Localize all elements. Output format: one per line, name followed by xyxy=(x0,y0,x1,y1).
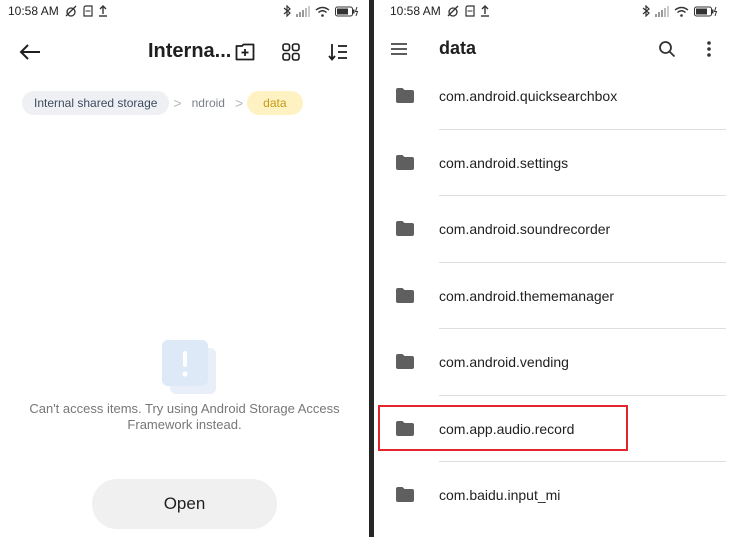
top-toolbar: data xyxy=(374,34,730,64)
battery-charging-icon xyxy=(335,6,359,17)
search-icon xyxy=(659,41,676,58)
wifi-icon xyxy=(315,6,330,17)
more-vertical-icon xyxy=(707,41,711,57)
breadcrumb-android[interactable]: ndroid xyxy=(186,91,231,115)
folder-icon xyxy=(396,354,414,370)
battery-charging-icon xyxy=(694,6,718,17)
list-item-highlighted[interactable]: com.app.audio.record xyxy=(374,396,730,462)
empty-state-message: Can't access items. Try using Android St… xyxy=(29,401,340,432)
left-screen: 10:58 AM Interna... Internal shared stor… xyxy=(0,0,369,537)
grid-view-button[interactable] xyxy=(277,38,305,66)
upload-icon xyxy=(480,5,490,17)
alarm-off-icon xyxy=(64,5,78,17)
upload-icon xyxy=(98,5,108,17)
folder-icon xyxy=(396,487,414,503)
hamburger-menu-icon xyxy=(391,43,407,55)
breadcrumb-separator-icon: > xyxy=(234,95,244,111)
right-screen: 10:58 AM data com.android.quicksearchbox… xyxy=(374,0,730,537)
wifi-icon xyxy=(674,6,689,17)
new-folder-button[interactable] xyxy=(231,38,259,66)
file-name: com.app.audio.record xyxy=(439,420,575,437)
file-name: com.baidu.input_mi xyxy=(439,487,561,504)
sim-icon xyxy=(465,5,475,17)
sort-button[interactable] xyxy=(324,38,352,66)
breadcrumb-data[interactable]: data xyxy=(247,91,303,115)
page-title: Interna... xyxy=(148,40,232,62)
page-title: data xyxy=(439,38,477,58)
open-button[interactable]: Open xyxy=(92,479,277,529)
top-toolbar: Interna... xyxy=(0,32,369,72)
list-item[interactable]: com.android.vending xyxy=(374,329,730,396)
signal-icon xyxy=(296,5,310,17)
sim-icon xyxy=(83,5,93,17)
breadcrumb-internal-storage[interactable]: Internal shared storage xyxy=(22,91,170,115)
signal-icon xyxy=(655,5,669,17)
bluetooth-icon xyxy=(283,5,291,17)
breadcrumb: Internal shared storage > ndroid > data xyxy=(22,91,303,115)
back-button[interactable] xyxy=(14,38,46,66)
sort-icon xyxy=(328,44,347,61)
folder-icon xyxy=(396,420,414,436)
add-box-icon xyxy=(235,43,255,61)
breadcrumb-separator-icon: > xyxy=(173,95,182,111)
status-bar: 10:58 AM xyxy=(374,0,730,22)
status-bar: 10:58 AM xyxy=(0,0,369,22)
file-name: com.android.vending xyxy=(439,354,569,371)
list-item[interactable]: com.android.soundrecorder xyxy=(374,196,730,263)
alarm-off-icon xyxy=(446,5,460,17)
bluetooth-icon xyxy=(642,5,650,17)
file-name: com.android.soundrecorder xyxy=(439,221,611,238)
list-item[interactable]: com.android.quicksearchbox xyxy=(374,63,730,130)
folder-icon xyxy=(396,221,414,237)
empty-state-icon xyxy=(160,338,216,394)
folder-icon xyxy=(396,287,414,303)
status-time: 10:58 AM xyxy=(8,4,59,18)
list-item[interactable]: com.android.settings xyxy=(374,130,730,196)
back-arrow-icon xyxy=(19,44,40,60)
file-name: com.android.settings xyxy=(439,154,569,171)
menu-button[interactable] xyxy=(386,36,412,62)
folder-icon xyxy=(396,88,414,104)
list-item[interactable]: com.baidu.input_mi xyxy=(374,462,730,529)
more-options-button[interactable] xyxy=(698,36,720,62)
status-time: 10:58 AM xyxy=(390,4,441,18)
search-button[interactable] xyxy=(654,36,680,62)
file-name: com.android.quicksearchbox xyxy=(439,88,618,105)
file-list: com.android.quicksearchbox com.android.s… xyxy=(374,63,730,529)
folder-icon xyxy=(396,154,414,170)
list-item[interactable]: com.android.thememanager xyxy=(374,263,730,329)
grid-icon xyxy=(282,43,300,61)
file-name: com.android.thememanager xyxy=(439,287,615,304)
